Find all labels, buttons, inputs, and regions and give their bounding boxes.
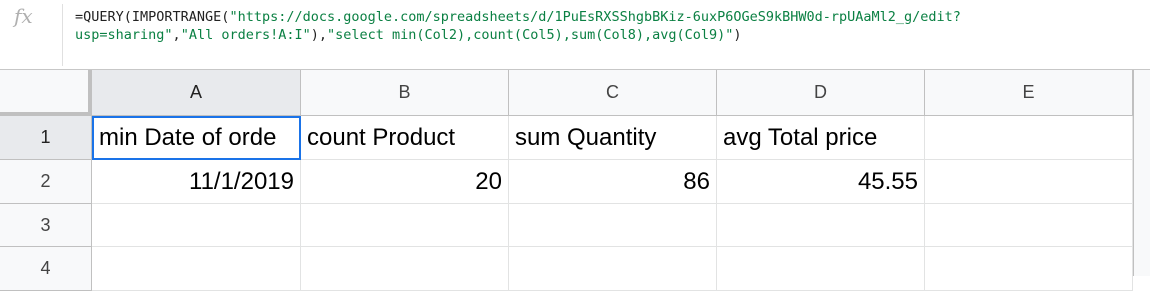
fx-icon: fx [14,4,33,28]
formula-function-text: =QUERY(IMPORTRANGE( [75,9,230,25]
column-header-d[interactable]: D [717,70,925,116]
cell-d3[interactable] [717,204,925,247]
formula-line-2: usp=sharing","All orders!A:I"),"select m… [75,26,1145,44]
cell-b4[interactable] [301,247,509,291]
column-header-e[interactable]: E [925,70,1133,116]
cell-c3[interactable] [509,204,717,247]
row-header-2[interactable]: 2 [0,160,92,204]
vertical-scrollbar[interactable] [1133,70,1150,276]
formula-url-string: "https://docs.google.com/spreadsheets/d/… [229,9,961,25]
cell-b2[interactable]: 20 [301,160,509,204]
cell-d4[interactable] [717,247,925,291]
column-header-b[interactable]: B [301,70,509,116]
cell-a4[interactable] [92,247,301,291]
row-header-1[interactable]: 1 [0,116,92,160]
formula-bar: fx =QUERY(IMPORTRANGE("https://docs.goog… [0,0,1150,70]
formula-close-paren: ) [733,27,742,43]
cell-c1[interactable]: sum Quantity [509,116,717,160]
cell-e3[interactable] [925,204,1133,247]
row-header-4[interactable]: 4 [0,247,92,291]
formula-url-string-end: usp=sharing" [75,27,173,43]
cell-a1[interactable]: min Date of orde [92,116,301,160]
cell-a3[interactable] [92,204,301,247]
column-header-a[interactable]: A [92,70,301,116]
formula-line-1: =QUERY(IMPORTRANGE("https://docs.google.… [75,8,1145,26]
formula-separator-2: ), [310,27,327,43]
formula-input[interactable]: =QUERY(IMPORTRANGE("https://docs.google.… [75,8,1145,44]
cell-d1[interactable]: avg Total price [717,116,925,160]
cell-c2[interactable]: 86 [509,160,717,204]
cell-a2[interactable]: 11/1/2019 [92,160,301,204]
row-header-3[interactable]: 3 [0,204,92,247]
cell-c4[interactable] [509,247,717,291]
formula-divider [62,4,63,66]
formula-separator: , [172,27,181,43]
cell-e1[interactable] [925,116,1133,160]
cell-d2[interactable]: 45.55 [717,160,925,204]
cell-e2[interactable] [925,160,1133,204]
cell-b3[interactable] [301,204,509,247]
column-header-c[interactable]: C [509,70,717,116]
select-all-corner[interactable] [0,70,92,116]
cell-b1[interactable]: count Product [301,116,509,160]
cell-e4[interactable] [925,247,1133,291]
formula-range-string: "All orders!A:I" [180,27,311,43]
formula-query-string: "select min(Col2),count(Col5),sum(Col8),… [327,27,734,43]
